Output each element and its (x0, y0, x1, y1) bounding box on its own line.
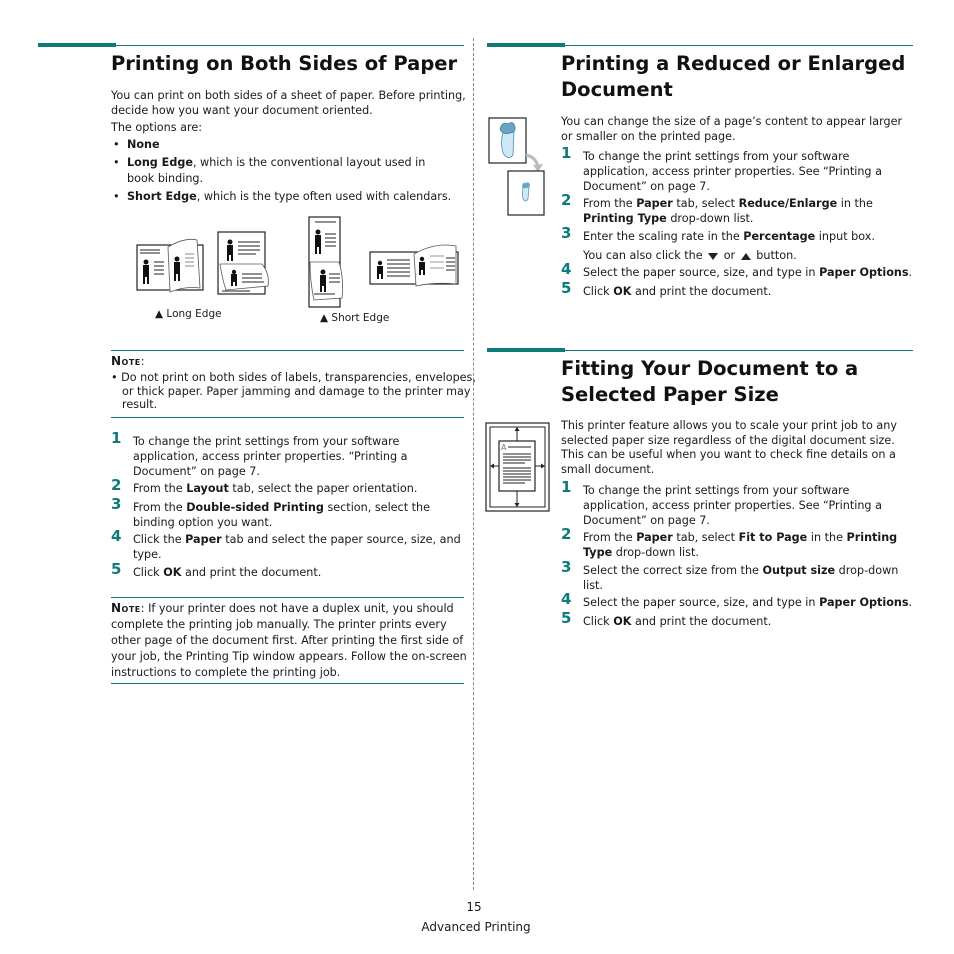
step-number: 3 (111, 495, 122, 513)
note-rule-top (111, 597, 464, 598)
section-rule-accent (38, 43, 116, 47)
fit-to-page-intro: This printer feature allows you to scale… (561, 419, 897, 476)
decrease-arrow-icon (708, 252, 719, 260)
step-text: Click OK and print the document. (133, 566, 322, 579)
step-text: Click OK and print the document. (583, 285, 772, 298)
bullet-dot: • (113, 156, 120, 169)
section-title-reduce-enlarge: Printing a Reduced or Enlarged Document (561, 52, 906, 101)
options-label: The options are: (111, 121, 202, 134)
duplex-manual-note: Note: If your printer does not have a du… (111, 600, 467, 681)
step-note: You can also click the or button. (583, 249, 797, 262)
note-text: • Do not print on both sides of labels, … (111, 371, 476, 411)
long-edge-book-figure (136, 238, 204, 293)
column-divider (473, 38, 474, 890)
increase-arrow-icon (740, 252, 751, 260)
step-number: 5 (561, 279, 572, 297)
option-desc: , which is the type often used with cale… (196, 190, 452, 203)
step-text: Select the paper source, size, and type … (583, 266, 913, 279)
section-title-duplex: Printing on Both Sides of Paper (111, 52, 458, 75)
note-label: Note (111, 601, 141, 615)
step-text: Click the Paper tab and select the paper… (133, 533, 461, 561)
step-number: 1 (111, 429, 122, 447)
note-text: : If your printer does not have a duplex… (111, 602, 467, 679)
note-rule-bottom (111, 683, 464, 684)
step-text: Select the paper source, size, and type … (583, 596, 913, 609)
step-number: 2 (111, 476, 122, 494)
step-text: From the Layout tab, select the paper or… (133, 482, 418, 495)
step-number: 1 (561, 478, 572, 496)
long-edge-flip-figure (217, 231, 269, 295)
duplex-intro: You can print on both sides of a sheet o… (111, 89, 466, 117)
fit-to-page-illustration: A (485, 422, 550, 512)
step-number: 2 (561, 191, 572, 209)
step-number: 4 (111, 527, 122, 545)
page-number: 15 (466, 900, 482, 914)
step-number: 4 (561, 260, 572, 278)
note-rule-top (111, 350, 464, 351)
step-number: 4 (561, 590, 572, 608)
duplex-illustration (136, 216, 459, 308)
section-rule (565, 350, 913, 351)
step-text: Enter the scaling rate in the Percentage… (583, 230, 875, 243)
note-rule-bottom (111, 417, 464, 418)
section-title-fit-to-page: Fitting Your Document to a Selected Pape… (561, 357, 859, 406)
reduce-enlarge-illustration (488, 117, 545, 216)
bullet-dot: • (113, 190, 120, 203)
section-rule (565, 45, 913, 46)
option-label: None (127, 138, 160, 151)
caption-short-edge: ▲ Short Edge (320, 312, 390, 324)
step-number: 3 (561, 558, 572, 576)
step-text: From the Paper tab, select Fit to Page i… (583, 531, 898, 559)
step-text: To change the print settings from your s… (583, 150, 882, 193)
step-text: To change the print settings from your s… (133, 435, 408, 478)
section-rule-accent (487, 348, 565, 352)
step-number: 2 (561, 525, 572, 543)
short-edge-book-figure (369, 244, 459, 287)
caption-long-edge: ▲ Long Edge (155, 308, 222, 320)
option-short-edge: • Short Edge, which is the type often us… (113, 189, 473, 205)
bullet-dot: • (113, 138, 120, 151)
option-label: Long Edge (127, 156, 193, 169)
figure-letter: A (501, 443, 507, 452)
note-label: Note (111, 354, 141, 368)
step-text: To change the print settings from your s… (583, 484, 882, 527)
section-rule-accent (487, 43, 565, 47)
step-number: 5 (111, 560, 122, 578)
step-text: From the Double-sided Printing section, … (133, 501, 431, 529)
step-number: 5 (561, 609, 572, 627)
note-heading: Note: (111, 354, 145, 368)
chapter-title: Advanced Printing (421, 920, 531, 934)
option-long-edge: • Long Edge, which is the conventional l… (113, 155, 453, 187)
option-label: Short Edge (127, 190, 197, 203)
step-text: Select the correct size from the Output … (583, 564, 899, 592)
short-edge-flip-figure (308, 216, 343, 308)
reduce-enlarge-intro: You can change the size of a page’s cont… (561, 115, 903, 143)
step-number: 3 (561, 224, 572, 242)
section-rule (116, 45, 464, 46)
step-text: Click OK and print the document. (583, 615, 772, 628)
step-text: From the Paper tab, select Reduce/Enlarg… (583, 197, 873, 225)
step-number: 1 (561, 144, 572, 162)
option-none: • None (113, 137, 468, 153)
